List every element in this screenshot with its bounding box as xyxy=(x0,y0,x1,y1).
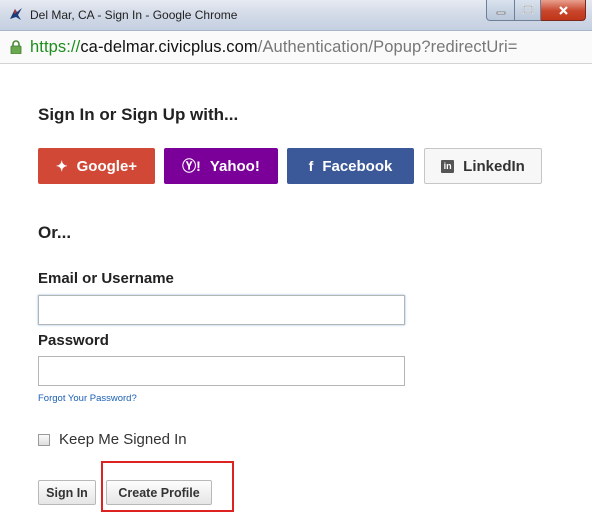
google-plus-button[interactable]: ✦ Google+ xyxy=(38,148,155,184)
site-favicon-icon xyxy=(10,8,22,20)
linkedin-icon: in xyxy=(441,159,455,173)
address-bar[interactable]: https://ca-delmar.civicplus.com/Authenti… xyxy=(0,31,592,64)
email-input[interactable] xyxy=(38,295,405,325)
password-input[interactable] xyxy=(38,356,405,386)
url-scheme: https:// xyxy=(30,38,81,56)
window-controls xyxy=(486,0,586,22)
window-title: Del Mar, CA - Sign In - Google Chrome xyxy=(30,8,238,22)
maximize-button[interactable] xyxy=(515,0,541,21)
keep-signed-in-label: Keep Me Signed In xyxy=(59,431,187,448)
signin-heading: Sign In or Sign Up with... xyxy=(38,105,239,124)
facebook-button[interactable]: f Facebook xyxy=(287,148,414,184)
forgot-password-link[interactable]: Forgot Your Password? xyxy=(38,393,137,404)
sign-in-button[interactable]: Sign In xyxy=(38,480,96,505)
yahoo-icon: Ⓨ! xyxy=(182,158,201,174)
or-divider-label: Or... xyxy=(38,223,72,242)
password-label: Password xyxy=(38,332,109,349)
yahoo-label: Yahoo! xyxy=(209,157,260,175)
close-button[interactable] xyxy=(541,0,586,21)
maximize-icon xyxy=(522,5,533,14)
keep-signed-in-row[interactable]: Keep Me Signed In xyxy=(38,431,187,448)
google-plus-icon: ✦ xyxy=(55,157,68,174)
keep-signed-in-checkbox[interactable] xyxy=(38,433,50,446)
linkedin-button[interactable]: in LinkedIn xyxy=(424,148,542,184)
lock-icon xyxy=(10,40,22,54)
url-path: /Authentication/Popup?redirectUri= xyxy=(257,38,518,56)
email-label: Email or Username xyxy=(38,270,174,287)
window-titlebar: Del Mar, CA - Sign In - Google Chrome xyxy=(0,0,592,31)
minimize-icon xyxy=(496,11,505,15)
url-text[interactable]: https://ca-delmar.civicplus.com/Authenti… xyxy=(30,38,518,57)
google-plus-label: Google+ xyxy=(76,157,138,175)
url-host: ca-delmar.civicplus.com xyxy=(80,38,258,56)
yahoo-button[interactable]: Ⓨ! Yahoo! xyxy=(164,148,278,184)
create-profile-highlight-box xyxy=(101,461,234,512)
close-icon xyxy=(558,5,568,15)
facebook-icon: f xyxy=(308,158,314,174)
minimize-button[interactable] xyxy=(486,0,515,21)
signin-page: Sign In or Sign Up with... ✦ Google+ Ⓨ! … xyxy=(0,64,592,523)
facebook-label: Facebook xyxy=(322,157,393,175)
linkedin-label: LinkedIn xyxy=(463,157,525,175)
